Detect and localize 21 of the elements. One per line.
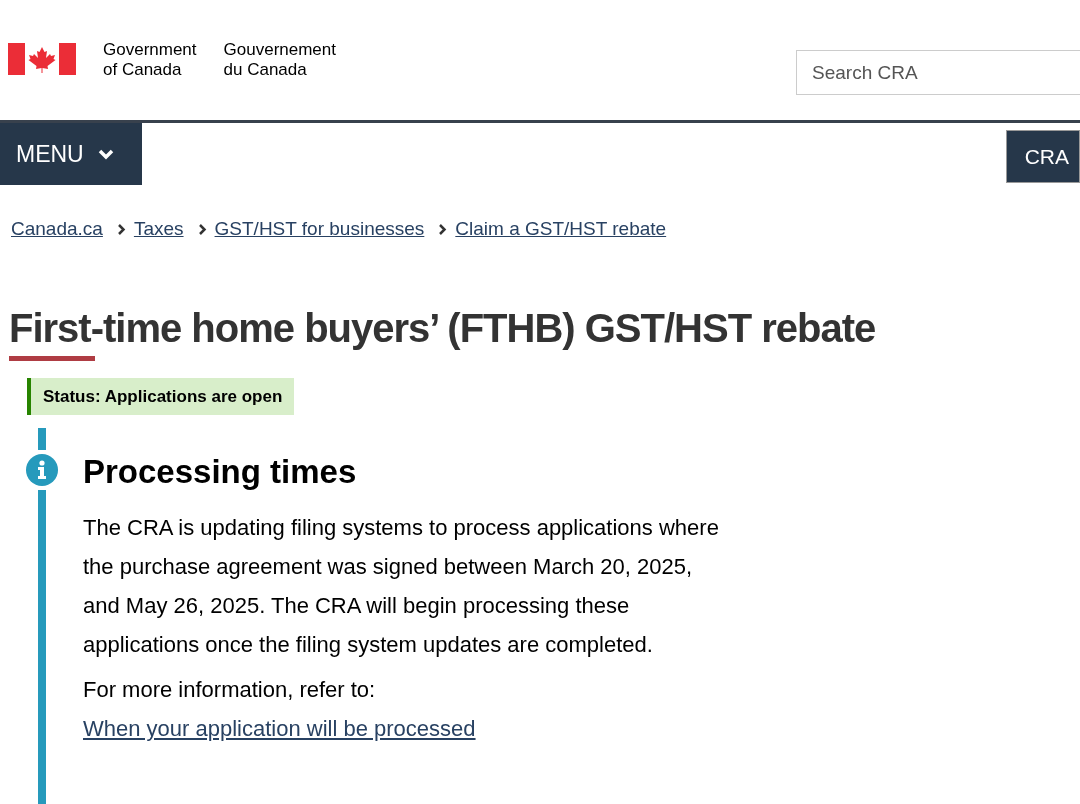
chevron-right-icon xyxy=(197,222,207,236)
canada-flag-icon xyxy=(8,43,76,75)
alert-paragraph: The CRA is updating filing systems to process applications where the purchase agreement was signed between March 20, 2025, and May 26, 2025. The CRA will begin processing these applications once the filing system updates are completed. xyxy=(83,514,720,659)
info-icon xyxy=(26,454,58,486)
chevron-right-icon xyxy=(116,222,126,236)
processing-link[interactable]: When your application will be processed xyxy=(83,716,476,741)
breadcrumb-link[interactable]: Canada.ca xyxy=(11,215,103,244)
chevron-down-icon xyxy=(97,148,114,160)
chevron-right-icon xyxy=(438,222,448,236)
more-info-text: For more information, refer to: xyxy=(83,677,376,702)
gouvernement-du-canada-name[interactable]: Gouvernement du Canada xyxy=(223,40,336,80)
breadcrumb-link[interactable]: Claim a GST/HST rebate xyxy=(455,215,667,244)
breadcrumb-link[interactable]: Taxes xyxy=(133,215,184,244)
government-of-canada-name[interactable]: Government of Canada xyxy=(103,40,197,80)
search-field[interactable]: Search CRA xyxy=(796,50,1080,95)
status-label: Status: Applications are open xyxy=(27,377,295,415)
alert-heading: Processing times xyxy=(83,452,358,492)
cra-button[interactable]: CRA xyxy=(1005,130,1080,183)
breadcrumb-link[interactable]: GST/HST for businesses xyxy=(214,215,425,244)
page-title: First-time home buyers’ (FTHB) GST/HST rebate xyxy=(9,304,876,352)
menu-button[interactable]: MENU xyxy=(0,123,142,185)
